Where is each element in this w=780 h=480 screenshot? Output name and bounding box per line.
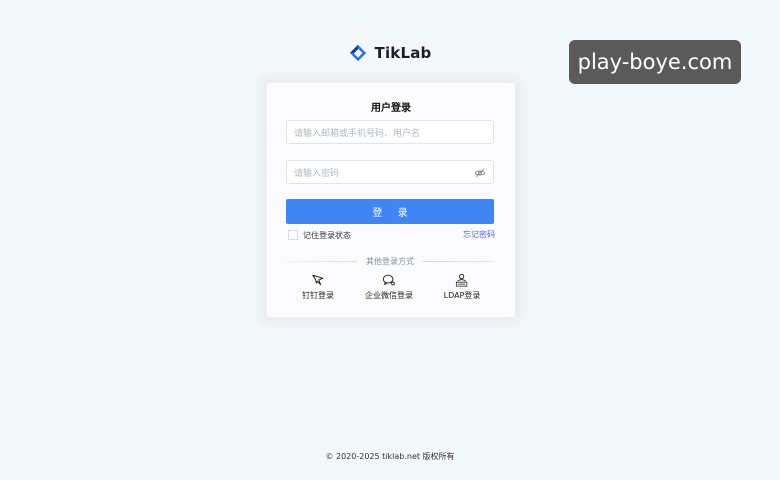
eye-off-icon[interactable] (474, 167, 486, 179)
brand-name: TikLab (374, 44, 432, 62)
ldap-icon (456, 273, 468, 287)
remember-checkbox[interactable] (288, 230, 298, 240)
ldap-login-button[interactable]: LDAP登录 (443, 273, 481, 301)
password-input[interactable] (287, 163, 474, 185)
dingtalk-login-button[interactable]: 钉钉登录 (302, 273, 334, 301)
forgot-password-link[interactable]: 忘记密码 (463, 229, 495, 240)
login-button[interactable]: 登 录 (286, 199, 494, 224)
username-input[interactable] (287, 123, 474, 145)
remember-me[interactable]: 记住登录状态 (288, 229, 351, 241)
username-field[interactable] (286, 120, 494, 145)
password-field[interactable] (286, 160, 494, 185)
wecom-login-label: 企业微信登录 (365, 291, 413, 300)
login-title: 用户登录 (371, 103, 411, 114)
remember-label: 记住登录状态 (303, 230, 351, 240)
ldap-login-label: LDAP登录 (443, 291, 481, 300)
other-methods-label: 其他登录方式 (366, 256, 414, 266)
divider-line-left (286, 260, 357, 262)
divider-line-right (423, 260, 494, 262)
other-methods-divider: 其他登录方式 (286, 255, 494, 267)
wecom-login-button[interactable]: 企业微信登录 (365, 273, 413, 301)
wecom-icon (382, 274, 395, 286)
tiklab-logo-icon (349, 44, 366, 62)
login-methods: 钉钉登录 企业微信登录 LDAP登录 (267, 273, 515, 303)
footer-copyright: © 2020-2025 tiklab.net 版权所有 (325, 452, 455, 461)
dingtalk-login-label: 钉钉登录 (302, 291, 334, 300)
dingtalk-icon (312, 274, 324, 286)
login-card: 用户登录 登 录 记住登录状态 忘记密码 其他登录方式 钉钉登录 (266, 82, 516, 318)
watermark: play-boye.com (569, 40, 741, 84)
